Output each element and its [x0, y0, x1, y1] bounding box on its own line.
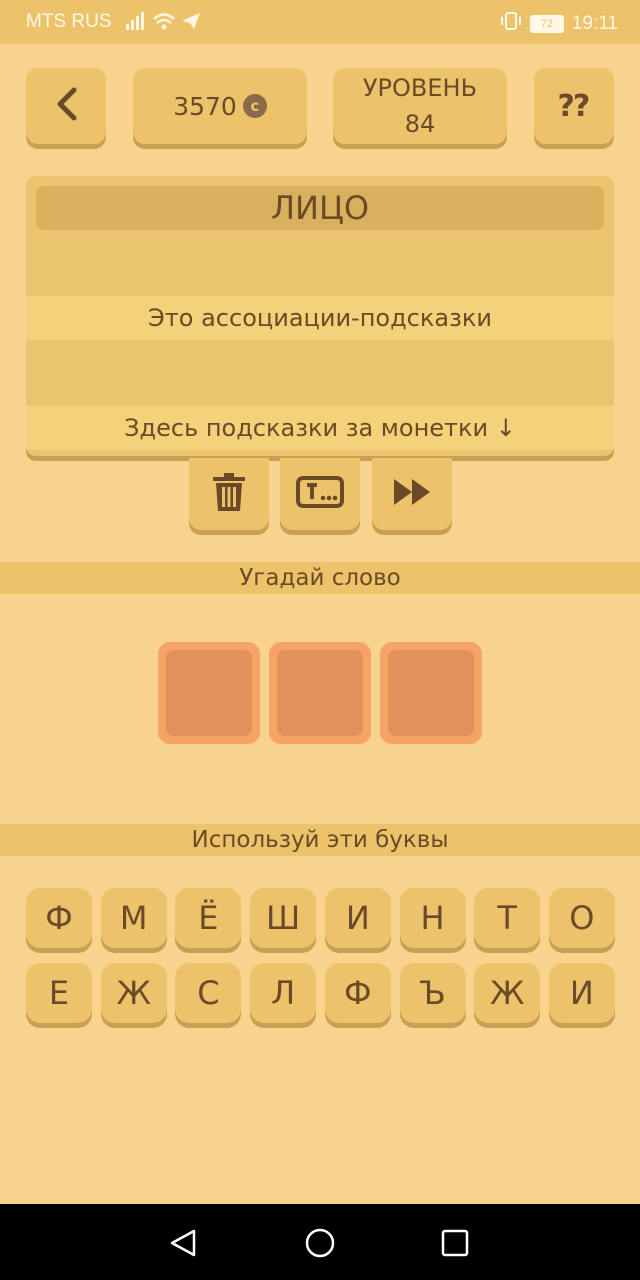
system-nav-bar — [0, 1204, 640, 1280]
clock: 19:11 — [571, 13, 618, 34]
answer-slot[interactable] — [158, 642, 260, 744]
coins-counter[interactable]: 3570 c — [133, 68, 307, 144]
level-indicator: УРОВЕНЬ 84 — [333, 68, 507, 144]
letter-key[interactable]: Ж — [474, 963, 541, 1023]
coin-icon: c — [242, 94, 267, 118]
battery-icon: 72 — [529, 15, 564, 33]
remove-letters-button[interactable] — [189, 458, 269, 530]
nav-home-icon[interactable] — [304, 1227, 336, 1263]
hint-row-associations[interactable]: Это ассоциации-подсказки — [26, 296, 614, 340]
carrier-name: MTS RUS — [26, 11, 112, 32]
letter-key[interactable]: Ф — [324, 963, 391, 1023]
guess-word-heading: Угадай слово — [0, 562, 640, 594]
clue-word: ЛИЦО — [36, 186, 604, 230]
status-bar: MTS RUS 72 19:11 — [0, 0, 640, 44]
nav-back-icon[interactable] — [168, 1228, 198, 1262]
letter-key[interactable]: Ш — [250, 888, 317, 948]
letter-key[interactable]: Т — [474, 888, 541, 948]
letter-key[interactable]: И — [548, 963, 615, 1023]
text-box-icon — [296, 476, 344, 512]
answer-slot[interactable] — [269, 642, 371, 744]
level-label: УРОВЕНЬ — [362, 74, 478, 102]
coins-value: 3570 — [173, 91, 237, 121]
nav-recents-icon[interactable] — [441, 1229, 469, 1261]
level-number: 84 — [404, 110, 436, 138]
skip-level-button[interactable] — [372, 458, 452, 530]
letter-key[interactable]: Л — [250, 963, 317, 1023]
answer-slot[interactable] — [380, 642, 482, 744]
help-button[interactable]: ⁇ — [534, 68, 614, 144]
letter-key[interactable]: Ъ — [399, 963, 466, 1023]
letter-key[interactable]: М — [100, 888, 167, 948]
clue-panel: ЛИЦО Это ассоциации-подсказки Здесь подс… — [26, 176, 614, 456]
vibrate-icon — [500, 11, 522, 37]
back-button[interactable] — [26, 68, 106, 144]
letter-key[interactable]: С — [175, 963, 242, 1023]
chevron-left-icon — [54, 86, 78, 126]
letter-key[interactable]: Ф — [26, 888, 92, 948]
fast-forward-icon — [392, 477, 432, 511]
hint-row-coins[interactable]: Здесь подсказки за монетки ↓ — [26, 406, 614, 450]
letter-key[interactable]: И — [324, 888, 391, 948]
letter-key[interactable]: Ё — [175, 888, 242, 948]
letter-key[interactable]: Ж — [100, 963, 167, 1023]
letter-key[interactable]: Е — [26, 963, 92, 1023]
question-icon: ⁇ — [558, 88, 590, 124]
signal-icon — [126, 10, 201, 38]
letters-heading: Используй эти буквы — [0, 824, 640, 856]
trash-icon — [210, 472, 248, 516]
letter-key[interactable]: О — [548, 888, 615, 948]
reveal-letter-button[interactable] — [280, 458, 360, 530]
letter-key[interactable]: Н — [399, 888, 466, 948]
